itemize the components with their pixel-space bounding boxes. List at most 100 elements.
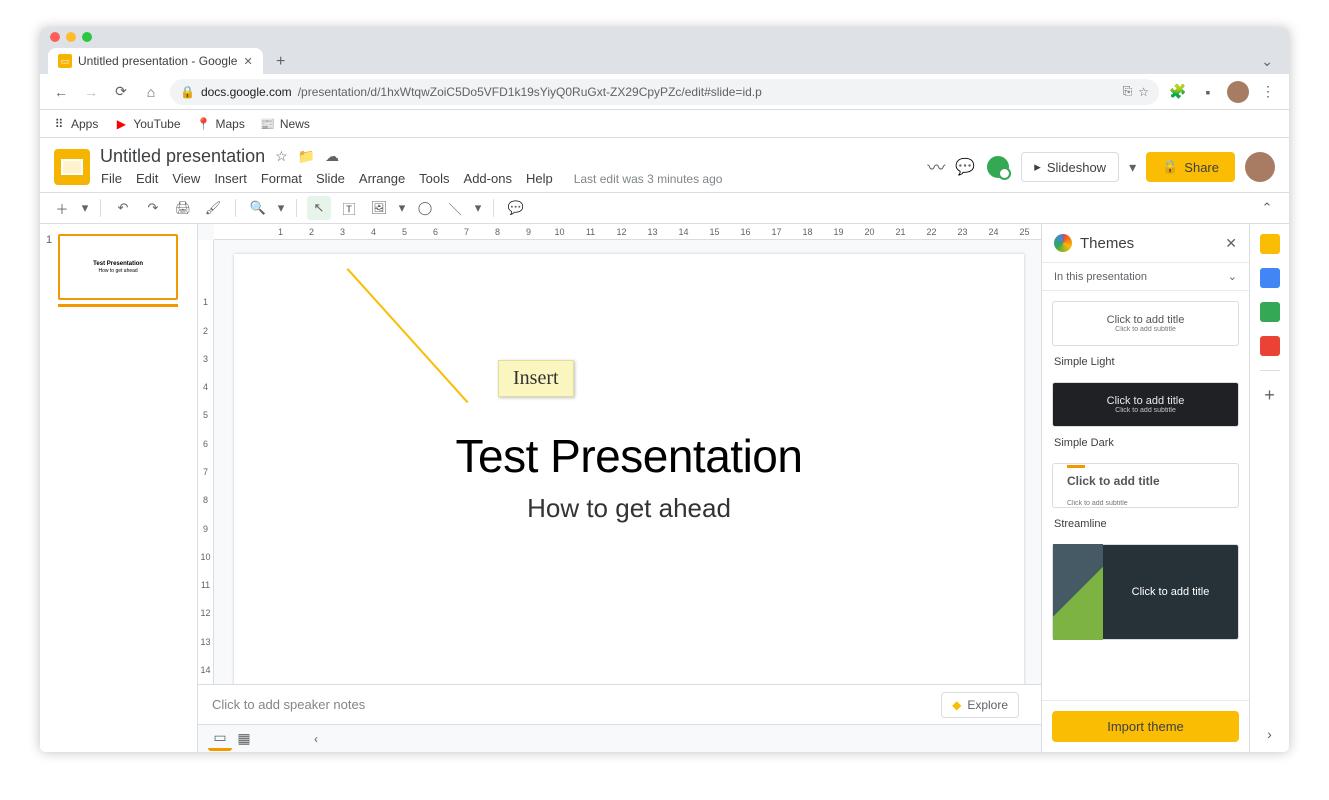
star-icon[interactable]: ☆	[275, 148, 288, 165]
tabs-dropdown-icon[interactable]: ⌄	[1253, 49, 1281, 74]
youtube-icon: ▶	[114, 117, 128, 131]
maps-icon: 📍	[197, 117, 211, 131]
annotation-callout: Insert	[498, 360, 574, 397]
filmstrip-collapse-icon[interactable]: ‹	[304, 727, 328, 751]
new-tab-button[interactable]: +	[269, 50, 293, 74]
undo-button[interactable]: ↶	[111, 196, 135, 220]
theme-focus[interactable]: Click to add title	[1052, 544, 1239, 640]
zoom-dropdown[interactable]: ▾	[276, 196, 286, 220]
contacts-icon[interactable]	[1260, 302, 1280, 322]
menu-format[interactable]: Format	[260, 169, 303, 188]
paint-format-button[interactable]: 🖌	[201, 196, 225, 220]
close-icon[interactable]: ✕	[1225, 235, 1237, 252]
tasks-icon[interactable]	[1260, 268, 1280, 288]
line-dropdown[interactable]: ▾	[473, 196, 483, 220]
maximize-window-icon[interactable]	[82, 32, 92, 42]
chevron-down-icon[interactable]: ⌄	[1228, 270, 1237, 283]
menu-edit[interactable]: Edit	[135, 169, 159, 188]
google-slides-logo-icon[interactable]	[54, 149, 90, 185]
lastpass-icon[interactable]: ▪	[1197, 81, 1219, 103]
back-icon[interactable]: ←	[50, 81, 72, 103]
apps-grid-icon: ⠿	[52, 117, 66, 131]
menu-view[interactable]: View	[171, 169, 201, 188]
theme-streamline[interactable]: Click to add title Click to add subtitle	[1052, 463, 1239, 508]
slideshow-dropdown-icon[interactable]: ▾	[1129, 159, 1136, 176]
theme-label: Streamline	[1052, 516, 1239, 536]
send-tab-icon[interactable]: ⎘	[1123, 84, 1133, 99]
filmstrip: 1 Test Presentation How to get ahead	[40, 224, 198, 752]
tab-close-icon[interactable]: ✕	[243, 55, 252, 68]
google-side-panel: + ›	[1249, 224, 1289, 752]
extensions-icon[interactable]: 🧩	[1167, 81, 1189, 103]
move-to-folder-icon[interactable]: 📁	[298, 148, 315, 165]
bookmark-apps[interactable]: ⠿Apps	[52, 117, 98, 131]
close-window-icon[interactable]	[50, 32, 60, 42]
comment-button[interactable]: 💬	[504, 196, 528, 220]
presence-avatar-icon[interactable]	[985, 154, 1011, 180]
account-avatar-icon[interactable]	[1245, 152, 1275, 182]
bookmark-news[interactable]: 📰News	[261, 117, 310, 131]
get-addons-icon[interactable]: +	[1264, 385, 1275, 406]
home-icon[interactable]: ⌂	[140, 81, 162, 103]
shape-tool[interactable]: ◯	[413, 196, 437, 220]
textbox-tool[interactable]: 🅃	[337, 196, 361, 220]
profile-avatar-icon[interactable]	[1227, 81, 1249, 103]
print-button[interactable]: 🖨	[171, 196, 195, 220]
menu-slide[interactable]: Slide	[315, 169, 346, 188]
slide-canvas[interactable]: Test Presentation How to get ahead	[234, 254, 1024, 684]
last-edit-text[interactable]: Last edit was 3 minutes ago	[574, 172, 723, 186]
new-slide-dropdown[interactable]: ▾	[80, 196, 90, 220]
slide-title[interactable]: Test Presentation	[456, 429, 803, 483]
menu-help[interactable]: Help	[525, 169, 554, 188]
explore-button[interactable]: ◆Explore	[941, 692, 1019, 718]
slides-favicon-icon: ▭	[58, 54, 72, 68]
comment-history-icon[interactable]: 💬	[955, 157, 975, 177]
thumb-subtitle: How to get ahead	[99, 268, 138, 274]
document-title[interactable]: Untitled presentation	[100, 146, 265, 167]
slide-number: 1	[46, 234, 52, 307]
menu-add-ons[interactable]: Add-ons	[463, 169, 513, 188]
reload-icon[interactable]: ⟳	[110, 81, 132, 103]
url-host: docs.google.com	[201, 85, 292, 99]
menu-arrange[interactable]: Arrange	[358, 169, 406, 188]
chrome-menu-icon[interactable]: ⋮	[1257, 81, 1279, 103]
bookmark-star-icon[interactable]: ☆	[1138, 85, 1149, 99]
theme-simple-light[interactable]: Click to add title Click to add subtitle	[1052, 301, 1239, 346]
keep-icon[interactable]	[1260, 234, 1280, 254]
theme-label: Simple Light	[1052, 354, 1239, 374]
ruler-horizontal: 1234567891011121314151617181920212223242…	[214, 224, 1041, 240]
menu-insert[interactable]: Insert	[213, 169, 248, 188]
forward-icon[interactable]: →	[80, 81, 102, 103]
image-dropdown[interactable]: ▾	[397, 196, 407, 220]
zoom-button[interactable]: 🔍	[246, 196, 270, 220]
share-button[interactable]: 🔒Share	[1146, 152, 1235, 182]
import-theme-button[interactable]: Import theme	[1052, 711, 1239, 742]
line-tool[interactable]: ＼	[443, 196, 467, 220]
slide-subtitle[interactable]: How to get ahead	[527, 493, 731, 524]
address-bar[interactable]: 🔒 docs.google.com/presentation/d/1hxWtqw…	[170, 79, 1159, 105]
theme-simple-dark[interactable]: Click to add title Click to add subtitle	[1052, 382, 1239, 427]
slideshow-button[interactable]: ▸Slideshow	[1021, 152, 1119, 182]
bookmark-maps[interactable]: 📍Maps	[197, 117, 245, 131]
maps-side-icon[interactable]	[1260, 336, 1280, 356]
speaker-notes-placeholder[interactable]: Click to add speaker notes	[212, 697, 365, 712]
select-tool[interactable]: ↖	[307, 196, 331, 220]
thumb-title: Test Presentation	[93, 261, 143, 267]
side-panel-collapse-icon[interactable]: ›	[1267, 726, 1272, 742]
redo-button[interactable]: ↷	[141, 196, 165, 220]
menu-tools[interactable]: Tools	[418, 169, 450, 188]
menu-file[interactable]: File	[100, 169, 123, 188]
slide-thumbnail-1[interactable]: 1 Test Presentation How to get ahead	[46, 234, 191, 307]
ruler-vertical: 1234567891011121314	[198, 240, 214, 684]
browser-tab[interactable]: ▭ Untitled presentation - Google ✕	[48, 48, 263, 74]
grid-view-button[interactable]: ▦	[232, 727, 256, 751]
minimize-window-icon[interactable]	[66, 32, 76, 42]
new-slide-button[interactable]: ＋	[50, 196, 74, 220]
filmstrip-view-button[interactable]: ▭	[208, 727, 232, 751]
activity-dashboard-icon[interactable]: 〰	[927, 154, 945, 180]
themes-panel: Themes ✕ In this presentation ⌄ Click to…	[1041, 224, 1249, 752]
collapse-toolbar-icon[interactable]: ⌃	[1255, 196, 1279, 220]
image-tool[interactable]: 🖼	[367, 196, 391, 220]
bookmark-youtube[interactable]: ▶YouTube	[114, 117, 180, 131]
cloud-saved-icon: ☁	[325, 148, 339, 165]
